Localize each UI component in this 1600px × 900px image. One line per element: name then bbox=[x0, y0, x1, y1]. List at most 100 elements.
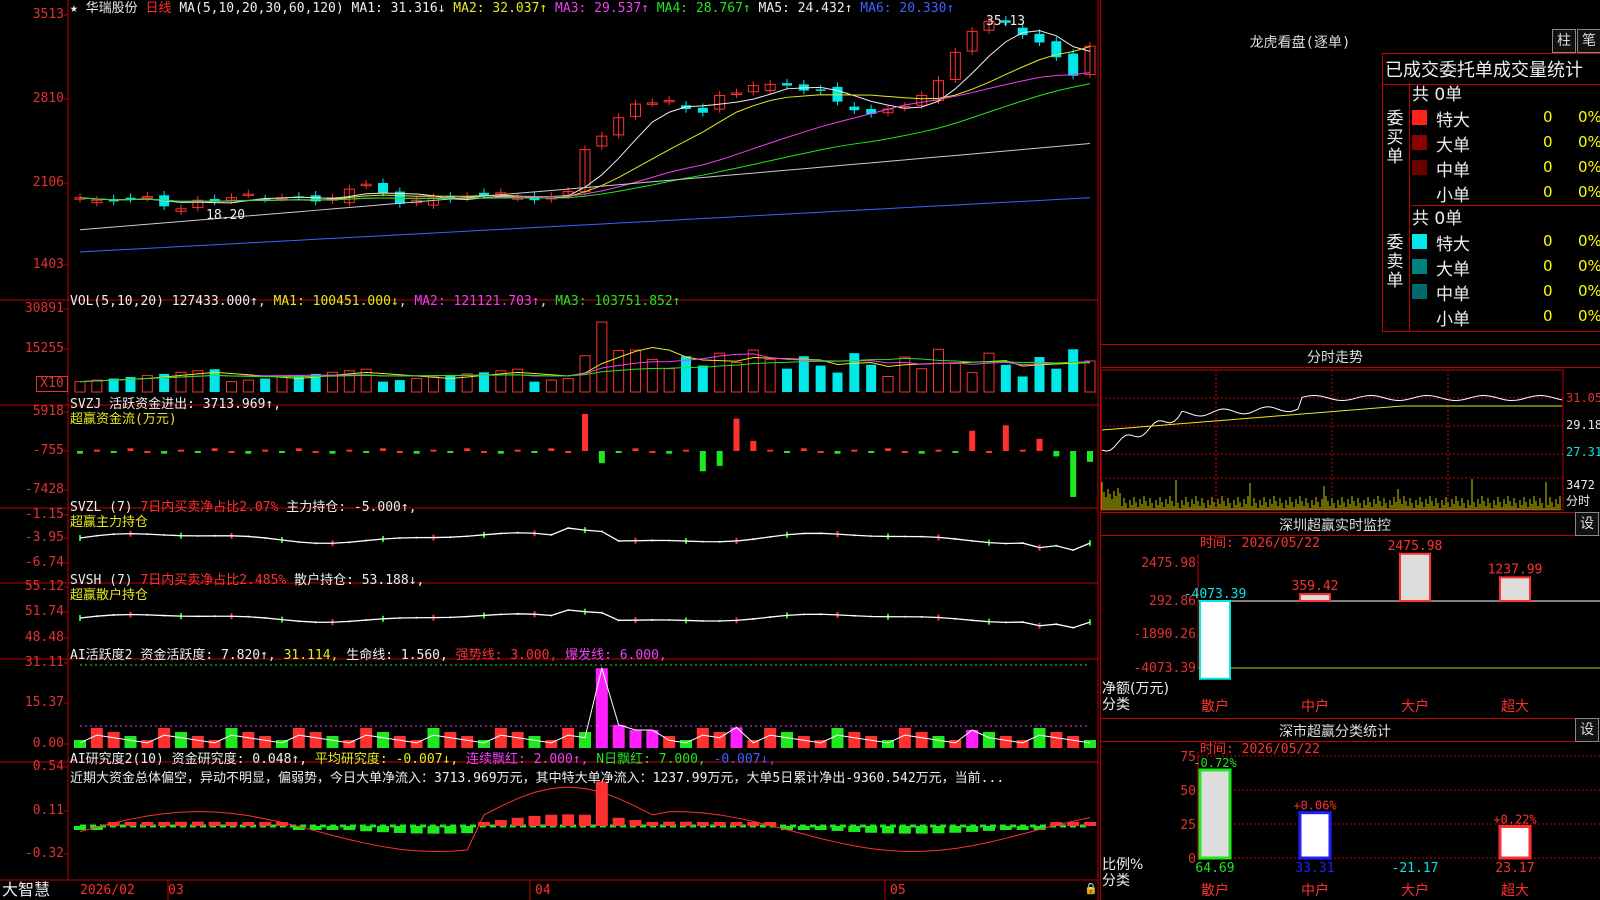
main-header: ★ 华瑞股份 日线 MA(5,10,20,30,60,120) MA1: 31.… bbox=[70, 1, 954, 16]
order-percent: 0% bbox=[1578, 307, 1600, 325]
research-bar bbox=[175, 821, 187, 826]
bar-view-button[interactable]: 柱 bbox=[1552, 29, 1576, 53]
research-bar bbox=[983, 826, 995, 831]
fund-flow-bar bbox=[211, 448, 218, 451]
class-bar-value: -21.17 bbox=[1392, 861, 1439, 876]
class-bar-value: 64.69 bbox=[1195, 861, 1234, 876]
research-bar bbox=[696, 822, 709, 826]
svzl-subtitle: 超赢主力持仓 bbox=[70, 515, 149, 530]
activity-bar bbox=[579, 732, 591, 748]
category-color-swatch bbox=[1412, 160, 1427, 175]
activity-bar bbox=[1084, 740, 1096, 748]
volume-bar-up bbox=[983, 352, 995, 393]
research-bar bbox=[393, 826, 406, 833]
fund-flow-bar bbox=[800, 448, 807, 451]
lhb-header: 已成交委托单成交量统计 bbox=[1385, 60, 1583, 81]
volume-bar-down bbox=[849, 353, 860, 392]
volume-bar-up bbox=[949, 363, 961, 393]
lock-icon[interactable]: 🔒 bbox=[1084, 881, 1098, 896]
order-count: 0 bbox=[1543, 257, 1553, 275]
activity-bar bbox=[915, 732, 928, 748]
class-bar-delta: +0.06% bbox=[1293, 799, 1337, 813]
volume-ma-line bbox=[79, 353, 1091, 383]
ai-active-tick: 0.00 bbox=[32, 736, 64, 751]
monitor-category-label: 大户 bbox=[1401, 698, 1429, 715]
fund-flow-bar bbox=[952, 451, 959, 453]
intraday-titlebar: 分时走势 bbox=[1100, 344, 1600, 368]
sz-monitor-settings-button[interactable]: 设 bbox=[1575, 512, 1599, 536]
activity-bar bbox=[983, 732, 995, 748]
fund-flow-bar bbox=[363, 451, 370, 453]
vol-unit-badge[interactable]: X10 bbox=[36, 376, 68, 392]
monitor-category-label: 超大 bbox=[1501, 699, 1529, 715]
fund-flow-bar bbox=[312, 451, 319, 453]
buy-total: 共 0单 bbox=[1412, 85, 1463, 105]
fund-flow-bar bbox=[262, 449, 269, 452]
volume-bar-up bbox=[276, 376, 288, 393]
activity-bar bbox=[528, 736, 541, 748]
price-tick: 1403 bbox=[32, 257, 64, 272]
category-color-swatch bbox=[1412, 135, 1427, 150]
fund-flow-bar bbox=[127, 448, 134, 451]
volume-bar-up bbox=[226, 381, 237, 393]
fund-flow-bar bbox=[683, 449, 689, 452]
fund-flow-bar bbox=[430, 449, 437, 452]
order-category-label: 大单 bbox=[1436, 136, 1470, 156]
fund-flow-bar bbox=[918, 451, 925, 454]
intraday-chart[interactable] bbox=[1100, 368, 1600, 518]
sz-monitor-ylabel: 净额(万元) bbox=[1102, 681, 1169, 697]
ai-active-tick: 31.11 bbox=[24, 655, 64, 670]
intraday-tick: 29.18 bbox=[1566, 418, 1600, 432]
fund-flow-bar bbox=[346, 449, 353, 452]
class-category-label: 超大 bbox=[1501, 883, 1529, 899]
activity-bar bbox=[309, 732, 322, 748]
fund-flow-bar bbox=[1053, 451, 1060, 457]
tick-view-button[interactable]: 笔 bbox=[1577, 29, 1600, 53]
volume-bar-down bbox=[815, 365, 826, 392]
low-price-label: 18.20 bbox=[206, 208, 246, 223]
fund-flow-bar bbox=[178, 449, 184, 452]
research-bar bbox=[528, 815, 541, 826]
vol-tick: 30891 bbox=[24, 301, 64, 316]
research-bar bbox=[848, 826, 861, 832]
period-label[interactable]: 日线 bbox=[146, 1, 172, 16]
date-label: 03 bbox=[168, 883, 184, 898]
volume-bar-down bbox=[866, 364, 877, 392]
research-bar bbox=[444, 826, 457, 834]
svsh-tick: 48.48 bbox=[24, 630, 64, 645]
fund-flow-bar bbox=[413, 451, 420, 454]
fund-flow-bar bbox=[565, 451, 572, 453]
research-bar bbox=[865, 826, 878, 833]
activity-bar bbox=[629, 729, 642, 748]
fund-flow-bar bbox=[868, 451, 875, 453]
ma4-value: MA4: 28.767↑ bbox=[656, 1, 751, 16]
activity-bar bbox=[1033, 728, 1046, 748]
volume-bar-up bbox=[1084, 360, 1096, 393]
research-bar bbox=[595, 781, 608, 826]
ai-research-summary: 近期大资金总体偏空，异动不明显，偏弱势，今日大单净流入：3713.969万元，其… bbox=[70, 771, 1005, 786]
research-bar bbox=[158, 822, 171, 826]
order-category-label: 中单 bbox=[1436, 285, 1470, 305]
activity-bar bbox=[1067, 736, 1080, 748]
ai-research-header: AI研究度2(10) 资金研究度: 0.048↑, 平均研究度: -0.007↓… bbox=[70, 752, 777, 767]
fund-flow-bar bbox=[77, 451, 83, 454]
category-color-swatch bbox=[1412, 284, 1427, 299]
activity-bar bbox=[360, 728, 373, 748]
activity-bar bbox=[259, 736, 272, 748]
stock-name[interactable]: 华瑞股份 bbox=[86, 1, 138, 16]
research-bar bbox=[966, 826, 979, 832]
fund-flow-bar bbox=[329, 451, 336, 454]
ma5-value: MA5: 24.432↑ bbox=[758, 1, 853, 16]
monitor-bar-value: 2475.98 bbox=[1388, 540, 1443, 554]
star-icon[interactable]: ★ bbox=[70, 1, 78, 16]
brand-label[interactable]: 大智慧 bbox=[2, 882, 50, 898]
svzj-tick: 5918 bbox=[32, 404, 64, 419]
fund-flow-bar bbox=[649, 451, 656, 453]
intraday-bottom-label: 分时 bbox=[1566, 494, 1591, 508]
fund-flow-bar bbox=[93, 449, 100, 452]
research-bar bbox=[1016, 826, 1029, 830]
fund-flow-bar bbox=[632, 448, 639, 451]
research-bar bbox=[461, 826, 474, 834]
activity-bar bbox=[797, 736, 810, 748]
activity-bar bbox=[393, 736, 406, 748]
